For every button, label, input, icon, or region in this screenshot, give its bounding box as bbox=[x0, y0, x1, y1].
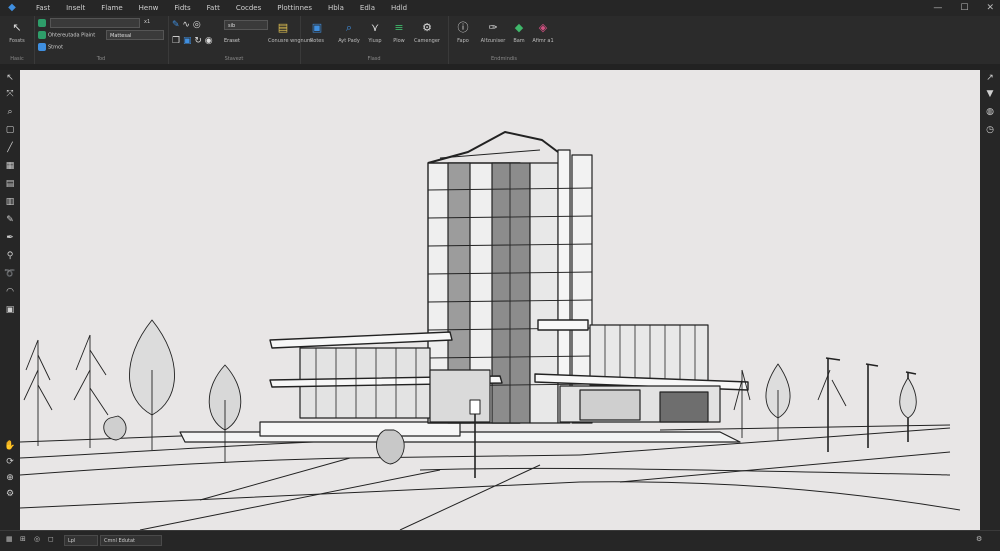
view-button[interactable]: ◈ Afimr a1 bbox=[528, 20, 558, 44]
menu-item[interactable]: Henw bbox=[131, 0, 167, 16]
zoom-icon[interactable]: ⌕ bbox=[3, 106, 17, 118]
layer-icon bbox=[38, 19, 46, 27]
match-combo[interactable]: Mattesal bbox=[106, 30, 164, 40]
ribbon-group-insert: ⓘ Fapo ✑ Alfzuniser ◆ Bam ◈ Afimr a1 End… bbox=[448, 16, 560, 64]
arc-icon[interactable]: ◠ bbox=[3, 286, 17, 298]
status-bar: ▦ ⊞ ◎ ◻ Lpl Cmnl Edutat ⚙ bbox=[0, 530, 1000, 551]
menu-item[interactable]: Hdld bbox=[383, 0, 415, 16]
filter-icon[interactable]: ▼ bbox=[983, 88, 997, 100]
ribbon-group-basic: ↖ Fossts Hasic bbox=[0, 16, 35, 64]
compare-button[interactable]: ⚙ Camenger bbox=[412, 20, 442, 44]
ribbon-group-edit: ▣ Rotes ⌕ Ayt Pady ⋎ Yiusp ≡ Plow ⚙ Came… bbox=[300, 16, 449, 64]
layers-icon[interactable]: ▣ bbox=[3, 304, 17, 316]
pen-tool-icon[interactable]: ✒ bbox=[3, 232, 17, 244]
save-icon[interactable]: ▣ bbox=[183, 36, 192, 46]
menu-item[interactable]: Fatt bbox=[199, 0, 228, 16]
grid-icon[interactable]: ▦ bbox=[3, 160, 17, 172]
base-icon: ◆ bbox=[514, 21, 524, 34]
move-icon[interactable]: ⤧ bbox=[3, 88, 17, 100]
info-icon: ⓘ bbox=[457, 21, 469, 34]
draw-tools-row: ✎ ∿ ◎ bbox=[172, 20, 201, 30]
compare-icon: ⚙ bbox=[422, 21, 432, 34]
line-icon[interactable]: ╱ bbox=[3, 142, 17, 154]
paste-button[interactable]: ▣ Rotes bbox=[302, 20, 332, 44]
layer-state-row[interactable]: Ohtereutada Plaint bbox=[38, 31, 95, 39]
edit-tools-row: ❐ ▣ ↻ ◉ bbox=[172, 36, 213, 46]
object-snap-icon[interactable]: ◻ bbox=[48, 535, 54, 543]
eyedropper-icon[interactable]: ⚲ bbox=[3, 250, 17, 262]
pause-button[interactable]: ⓘ Fapo bbox=[448, 20, 478, 44]
menu-item[interactable]: Fast bbox=[28, 0, 58, 16]
left-tool-palette: ↖ ⤧ ⌕ ▢ ╱ ▦ ▤ ▥ ✎ ✒ ⚲ ➰ ◠ ▣ ✋ ⟳ ⊕ ⚙ bbox=[0, 70, 20, 530]
shade-row[interactable]: Stmot bbox=[38, 43, 63, 51]
menu-item[interactable]: Inselt bbox=[58, 0, 93, 16]
erase-button[interactable]: Eraset bbox=[224, 38, 240, 44]
block-icon[interactable]: ▥ bbox=[3, 196, 17, 208]
orbit-icon[interactable]: ⟳ bbox=[3, 456, 17, 468]
rotate-icon[interactable]: ↻ bbox=[194, 36, 202, 46]
modify-button[interactable]: ↖ Fossts bbox=[2, 20, 32, 44]
clock-icon[interactable]: ◷ bbox=[983, 124, 997, 136]
menu-item[interactable]: Flame bbox=[93, 0, 130, 16]
cursor-icon: ↖ bbox=[12, 21, 22, 34]
shade-icon bbox=[38, 43, 46, 51]
measure-icon[interactable]: ⚙ bbox=[3, 488, 17, 500]
copy-icon[interactable]: ❐ bbox=[172, 36, 180, 46]
circle-tool-icon[interactable]: ◎ bbox=[193, 20, 201, 30]
view-icon: ◈ bbox=[538, 21, 548, 34]
snap-toggle-icon[interactable]: ⊞ bbox=[20, 535, 26, 543]
pen-icon: ✑ bbox=[488, 21, 498, 34]
pointer-icon[interactable]: ↖ bbox=[3, 72, 17, 84]
close-icon[interactable]: ✕ bbox=[986, 0, 994, 16]
right-tool-palette: ↗ ▼ ◍ ◷ bbox=[980, 70, 1000, 530]
menu-item[interactable]: Edla bbox=[352, 0, 383, 16]
attach-button[interactable]: ▤ Conusre wngnurn bbox=[268, 20, 312, 44]
fill-icon[interactable]: ▤ bbox=[3, 178, 17, 190]
menu-bar: Fast Inselt Flame Henw Fidts Fatt Cocdes… bbox=[28, 0, 415, 16]
search-icon: ⌕ bbox=[345, 21, 353, 34]
window-controls: — ☐ ✕ bbox=[933, 0, 994, 16]
flow-button[interactable]: ≡ Plow bbox=[384, 20, 414, 44]
architectural-sketch bbox=[20, 131, 961, 530]
font-size-combo[interactable]: sib bbox=[224, 20, 268, 30]
snap-icon[interactable]: ⊕ bbox=[3, 472, 17, 484]
title-bar: ◆ Fast Inselt Flame Henw Fidts Fatt Cocd… bbox=[0, 0, 1000, 16]
split-icon: ⋎ bbox=[370, 21, 380, 34]
app-logo-icon[interactable]: ◆ bbox=[6, 2, 18, 14]
lasso-icon[interactable]: ➰ bbox=[3, 268, 17, 280]
pointer-right-icon[interactable]: ↗ bbox=[983, 72, 997, 84]
menu-item[interactable]: Plottinnes bbox=[269, 0, 320, 16]
layer-state-icon bbox=[38, 31, 46, 39]
rectangle-icon[interactable]: ▢ bbox=[3, 124, 17, 136]
layout-tab[interactable]: Lpl bbox=[64, 535, 98, 546]
pencil-icon[interactable]: ✎ bbox=[172, 20, 180, 30]
paste-icon: ▣ bbox=[311, 21, 323, 34]
folder-icon: ▤ bbox=[277, 21, 289, 34]
ribbon-group-annotate: ✎ ∿ ◎ ❐ ▣ ↻ ◉ sib Eraset ▤ Conusre wngnu… bbox=[168, 16, 312, 64]
ribbon-group-layers: x1 Ohtereutada Plaint Mattesal Stmot Tod bbox=[34, 16, 169, 64]
ribbon: ↖ Fossts Hasic x1 Ohtereutada Plaint Mat… bbox=[0, 16, 1000, 65]
menu-item[interactable]: Cocdes bbox=[228, 0, 269, 16]
brush-icon[interactable]: ✎ bbox=[3, 214, 17, 226]
drawing-canvas[interactable] bbox=[20, 70, 980, 530]
grid-toggle-icon[interactable]: ▦ bbox=[6, 535, 13, 543]
settings-icon[interactable]: ⚙ bbox=[976, 535, 982, 543]
menu-item[interactable]: Hbla bbox=[320, 0, 352, 16]
globe-icon[interactable]: ◍ bbox=[983, 106, 997, 118]
target-icon[interactable]: ◉ bbox=[205, 36, 213, 46]
flow-icon: ≡ bbox=[394, 21, 404, 34]
ortho-toggle-icon[interactable]: ◎ bbox=[34, 535, 40, 543]
minimize-icon[interactable]: — bbox=[933, 0, 942, 16]
maximize-icon[interactable]: ☐ bbox=[960, 0, 968, 16]
menu-item[interactable]: Fidts bbox=[166, 0, 198, 16]
coordinate-readout: Cmnl Edutat bbox=[100, 535, 162, 546]
hand-icon[interactable]: ✋ bbox=[3, 440, 17, 452]
spline-icon[interactable]: ∿ bbox=[182, 20, 190, 30]
layer-combo[interactable] bbox=[50, 18, 140, 28]
